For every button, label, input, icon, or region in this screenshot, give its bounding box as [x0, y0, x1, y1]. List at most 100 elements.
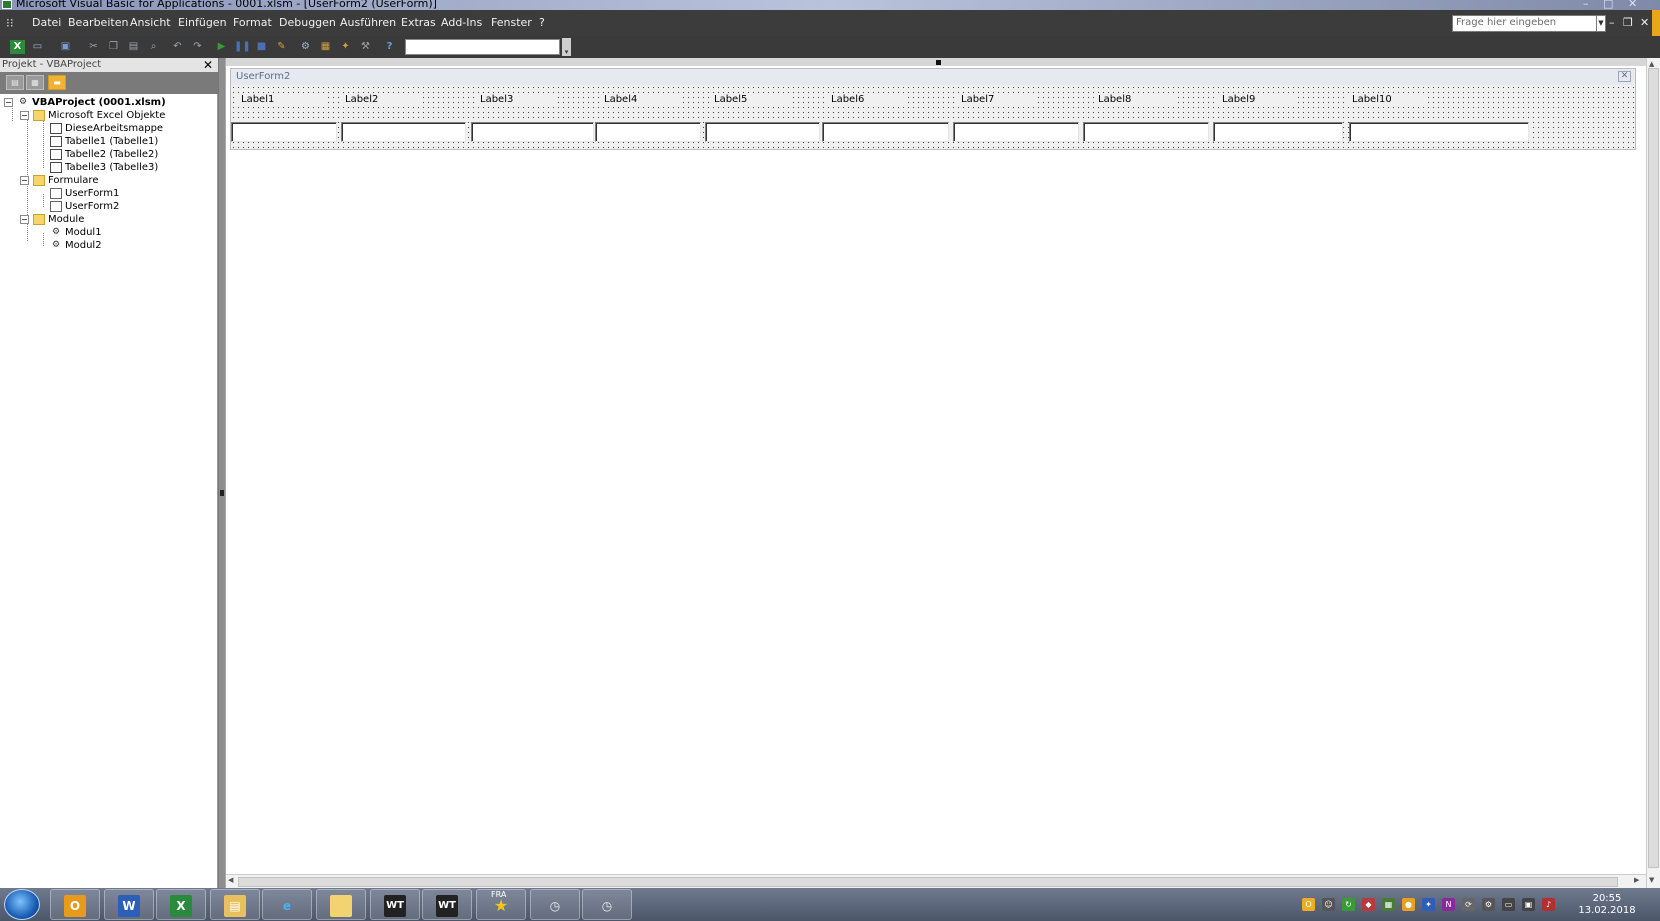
object-browser-icon[interactable]: ✦	[338, 40, 353, 54]
menu-fenster[interactable]: Fenster	[491, 16, 532, 29]
tree-item-tabelle2[interactable]: Tabelle2 (Tabelle2)	[50, 148, 158, 161]
minimize-window-button[interactable]: –	[1583, 0, 1589, 10]
copy-icon[interactable]: ❐	[106, 40, 121, 54]
form-textbox-4[interactable]	[595, 122, 701, 142]
taskbar-clock-app-2[interactable]: ◷	[582, 889, 632, 920]
tray-volume-icon[interactable]: ♪	[1542, 898, 1555, 911]
view-object-icon[interactable]: ▦	[26, 75, 44, 90]
taskbar-outlook[interactable]: O	[50, 889, 100, 920]
cut-icon[interactable]: ✂	[86, 40, 101, 54]
taskbar-word[interactable]: W	[104, 889, 154, 920]
tray-update-icon[interactable]: ●	[1402, 898, 1415, 911]
vertical-scroll-thumb[interactable]	[1648, 68, 1659, 868]
taskbar-explorer[interactable]: ▤	[210, 889, 260, 920]
tray-people-icon[interactable]: ☺	[1322, 898, 1335, 911]
vba-menu-icon[interactable]: ⁝⁝	[6, 16, 22, 30]
form-label-10[interactable]: Label10	[1348, 93, 1428, 107]
userform-window[interactable]: UserForm2 ✕ Label1 Label2 Label3 Label4 …	[230, 68, 1636, 150]
taskbar-wt-2[interactable]: WT	[422, 889, 472, 920]
taskbar-clock-app-1[interactable]: ◷	[530, 889, 580, 920]
mdi-restore-button[interactable]: ❒	[1623, 16, 1633, 29]
taskbar-wt-1[interactable]: WT	[370, 889, 420, 920]
toolbox-icon[interactable]: ⚒	[358, 40, 373, 54]
run-icon[interactable]: ▶	[214, 40, 229, 54]
paste-icon[interactable]: ▤	[126, 40, 141, 54]
tree-item-tabelle3[interactable]: Tabelle3 (Tabelle3)	[50, 161, 158, 174]
form-label-9[interactable]: Label9	[1218, 93, 1298, 107]
reset-icon[interactable]: ■	[254, 40, 269, 54]
tree-item-userform2[interactable]: UserForm2	[50, 200, 119, 213]
taskbar-clock[interactable]: 20:55 13.02.2018	[1572, 893, 1642, 917]
panel-splitter[interactable]	[218, 58, 226, 888]
close-window-button[interactable]: ✕	[1628, 0, 1637, 10]
scroll-right-icon[interactable]: ▶	[1634, 876, 1639, 884]
form-textbox-3[interactable]	[471, 122, 594, 142]
taskbar-folder[interactable]	[316, 889, 366, 920]
tray-shield-icon[interactable]: ◆	[1362, 898, 1375, 911]
excel-icon[interactable]: X	[10, 40, 25, 54]
form-textbox-5[interactable]	[705, 122, 820, 142]
maximize-window-button[interactable]: □	[1603, 0, 1613, 10]
tree-item-modul2[interactable]: ⚙ Modul2	[50, 239, 102, 252]
project-explorer-icon[interactable]: ⚙	[298, 40, 313, 54]
tray-display-icon[interactable]: ▭	[1502, 898, 1515, 911]
form-textbox-1[interactable]	[231, 122, 337, 142]
menu-bearbeiten[interactable]: Bearbeiten	[68, 16, 128, 29]
tree-item-modul1[interactable]: ⚙ Modul1	[50, 226, 102, 239]
collapse-icon[interactable]: −	[20, 214, 29, 224]
menu-datei[interactable]: Datei	[32, 16, 61, 29]
menu-ansicht[interactable]: Ansicht	[130, 16, 171, 29]
horizontal-scroll-thumb[interactable]	[238, 877, 1618, 887]
project-panel-close-icon[interactable]: ✕	[203, 58, 213, 72]
tree-group-module[interactable]: − Module	[20, 213, 84, 226]
scroll-down-icon[interactable]: ▼	[1649, 876, 1654, 884]
insert-userform-icon[interactable]: ▭	[30, 40, 45, 54]
design-mode-icon[interactable]: ✎	[274, 40, 289, 54]
find-icon[interactable]: ⌕	[146, 40, 161, 54]
designer-horizontal-scrollbar[interactable]: ◀ ▶	[226, 874, 1646, 888]
tree-group-formulare[interactable]: − Formulare	[20, 174, 98, 187]
form-label-4[interactable]: Label4	[600, 93, 680, 107]
scroll-up-icon[interactable]: ▲	[1649, 60, 1654, 68]
tray-network-icon[interactable]: ▦	[1382, 898, 1395, 911]
form-label-5[interactable]: Label5	[710, 93, 790, 107]
menu-format[interactable]: Format	[233, 16, 272, 29]
tree-item-userform1[interactable]: UserForm1	[50, 187, 119, 200]
tray-monitor-icon[interactable]: ▣	[1522, 898, 1535, 911]
menu-debuggen[interactable]: Debuggen	[279, 16, 336, 29]
menu-help[interactable]: ?	[539, 16, 545, 29]
tray-sync-icon[interactable]: ↻	[1342, 898, 1355, 911]
view-code-icon[interactable]: ▤	[6, 75, 24, 90]
tray-bluetooth-icon[interactable]: ✦	[1422, 898, 1435, 911]
form-textbox-7[interactable]	[953, 122, 1079, 142]
form-label-2[interactable]: Label2	[341, 93, 421, 107]
tray-onenote-icon[interactable]: N	[1442, 898, 1455, 911]
scroll-left-icon[interactable]: ◀	[228, 876, 233, 884]
redo-icon[interactable]: ↷	[190, 40, 205, 54]
mdi-minimize-button[interactable]: –	[1609, 16, 1615, 29]
tray-outlook-icon[interactable]: O	[1302, 898, 1315, 911]
save-icon[interactable]: ▣	[58, 40, 73, 54]
designer-vertical-scrollbar[interactable]: ▲ ▼	[1646, 58, 1660, 888]
collapse-icon[interactable]: −	[20, 110, 29, 120]
menu-ausfuehren[interactable]: Ausführen	[340, 16, 396, 29]
form-label-3[interactable]: Label3	[476, 93, 556, 107]
taskbar-excel[interactable]: X	[156, 889, 206, 920]
form-textbox-6[interactable]	[822, 122, 949, 142]
form-textbox-10[interactable]	[1349, 122, 1529, 142]
menu-extras[interactable]: Extras	[401, 16, 436, 29]
form-textbox-2[interactable]	[341, 122, 466, 142]
form-textbox-9[interactable]	[1213, 122, 1343, 142]
tree-root[interactable]: − ⚙ VBAProject (0001.xlsm)	[4, 96, 166, 109]
taskbar-fra[interactable]: ★ FRA	[476, 889, 526, 920]
collapse-icon[interactable]: −	[20, 175, 29, 185]
tray-refresh-icon[interactable]: ⟳	[1462, 898, 1475, 911]
tree-item-tabelle1[interactable]: Tabelle1 (Tabelle1)	[50, 135, 158, 148]
menu-einfuegen[interactable]: Einfügen	[178, 16, 227, 29]
properties-icon[interactable]: ▦	[318, 40, 333, 54]
form-label-1[interactable]: Label1	[237, 93, 327, 107]
taskbar-internet-explorer[interactable]: e	[262, 889, 312, 920]
tray-settings-icon[interactable]: ⚙	[1482, 898, 1495, 911]
ask-dropdown-button[interactable]: ▼	[1596, 15, 1606, 32]
form-label-7[interactable]: Label7	[957, 93, 1037, 107]
